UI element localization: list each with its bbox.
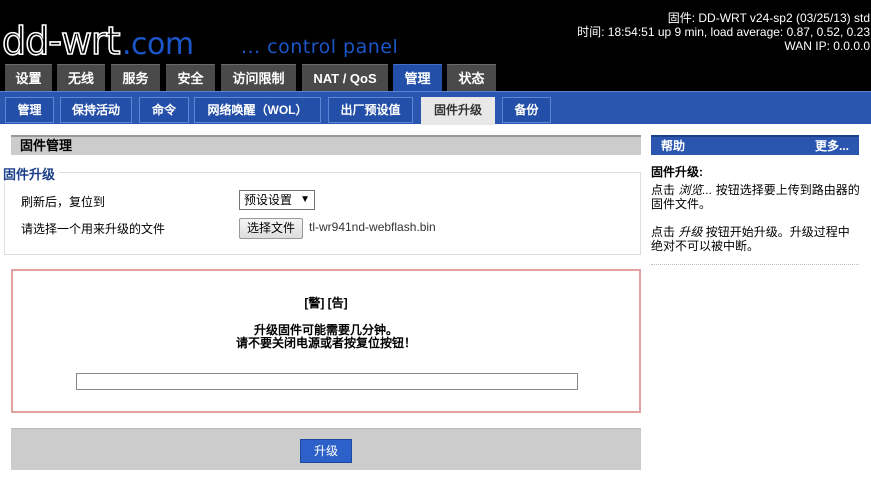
control-panel-subtitle: ... control panel [241,36,399,58]
subtab-keep-alive[interactable]: 保持活动 [60,97,132,123]
help-emphasis: 浏览... [678,183,713,197]
reset-after-flash-select[interactable]: 预设设置 ▼ [239,190,315,210]
help-divider [651,264,859,265]
help-section-title: 固件升级: [651,165,703,179]
tab-nat-qos[interactable]: NAT / QoS [302,64,388,91]
help-body: 固件升级: 点击 浏览... 按钮选择要上传到路由器的固件文件。 点击 升级 按… [651,165,861,267]
sub-tabs: 管理 保持活动 命令 网络唤醒（WOL） 出厂预设值 固件升级 备份 [0,91,871,125]
router-status: 固件: DD-WRT v24-sp2 (03/25/13) std 时间: 18… [577,11,870,53]
svg-text:dd-wrt: dd-wrt [2,19,120,60]
help-text: 点击 [651,183,679,197]
subtab-factory-defaults[interactable]: 出厂预设值 [328,97,413,123]
button-footer: 升级 [11,428,641,470]
subtab-firmware-upgrade[interactable]: 固件升级 [421,97,495,125]
help-header: 帮助 更多... [651,135,859,155]
firmware-management-title: 固件管理 [11,135,641,155]
tab-setup[interactable]: 设置 [5,64,52,91]
tab-administration[interactable]: 管理 [393,64,442,91]
help-title: 帮助 [661,139,686,153]
warning-line-2: 请不要关闭电源或者按复位按钮！ [235,336,416,350]
upgrade-button[interactable]: 升级 [300,439,352,463]
main-tabs: 设置 无线 服务 安全 访问限制 NAT / QoS 管理 状态 [0,64,871,91]
svg-text:.com: .com [122,27,194,60]
select-file-label: 请选择一个用来升级的文件 [21,222,166,236]
help-more-link[interactable]: 更多... [815,137,849,155]
help-text: 点击 [651,225,679,239]
tab-wireless[interactable]: 无线 [57,64,105,91]
reset-after-flash-label: 刷新后，复位到 [21,195,106,209]
header: dd-wrt .com ... control panel 固件: DD-WRT… [0,0,871,64]
subtab-wol[interactable]: 网络唤醒（WOL） [194,97,321,123]
uptime-load: 时间: 18:54:51 up 9 min, load average: 0.8… [577,25,870,39]
selected-file-name: tl-wr941nd-webflash.bin [309,220,436,234]
subtab-backup[interactable]: 备份 [502,97,551,123]
tab-access-restrictions[interactable]: 访问限制 [221,64,296,91]
reset-after-flash-value: 预设设置 [244,193,293,207]
firmware-upgrade-legend: 固件升级 [3,164,60,183]
firmware-version: 固件: DD-WRT v24-sp2 (03/25/13) std [667,11,870,25]
help-paragraph-browse: 点击 浏览... 按钮选择要上传到路由器的固件文件。 [651,183,861,211]
warning-box: [警] [告] 升级固件可能需要几分钟。 请不要关闭电源或者按复位按钮！ [11,269,641,413]
wan-ip: WAN IP: 0.0.0.0 [784,39,870,53]
choose-file-button[interactable]: 选择文件 [239,218,303,239]
dd-wrt-logo[interactable]: dd-wrt .com [2,14,212,60]
warning-title: [警] [告] [304,296,348,310]
firmware-upgrade-fieldset [4,172,641,255]
tab-status[interactable]: 状态 [447,64,496,91]
subtab-management[interactable]: 管理 [5,97,54,123]
subtab-commands[interactable]: 命令 [139,97,189,123]
dropdown-arrow-icon: ▼ [300,194,310,205]
help-emphasis: 升级 [678,225,703,239]
help-paragraph-upgrade: 点击 升级 按钮开始升级。升级过程中绝对不可以被中断。 [651,225,861,253]
upgrade-progress-bar [76,373,578,390]
tab-security[interactable]: 安全 [166,64,215,91]
tab-services[interactable]: 服务 [111,64,160,91]
